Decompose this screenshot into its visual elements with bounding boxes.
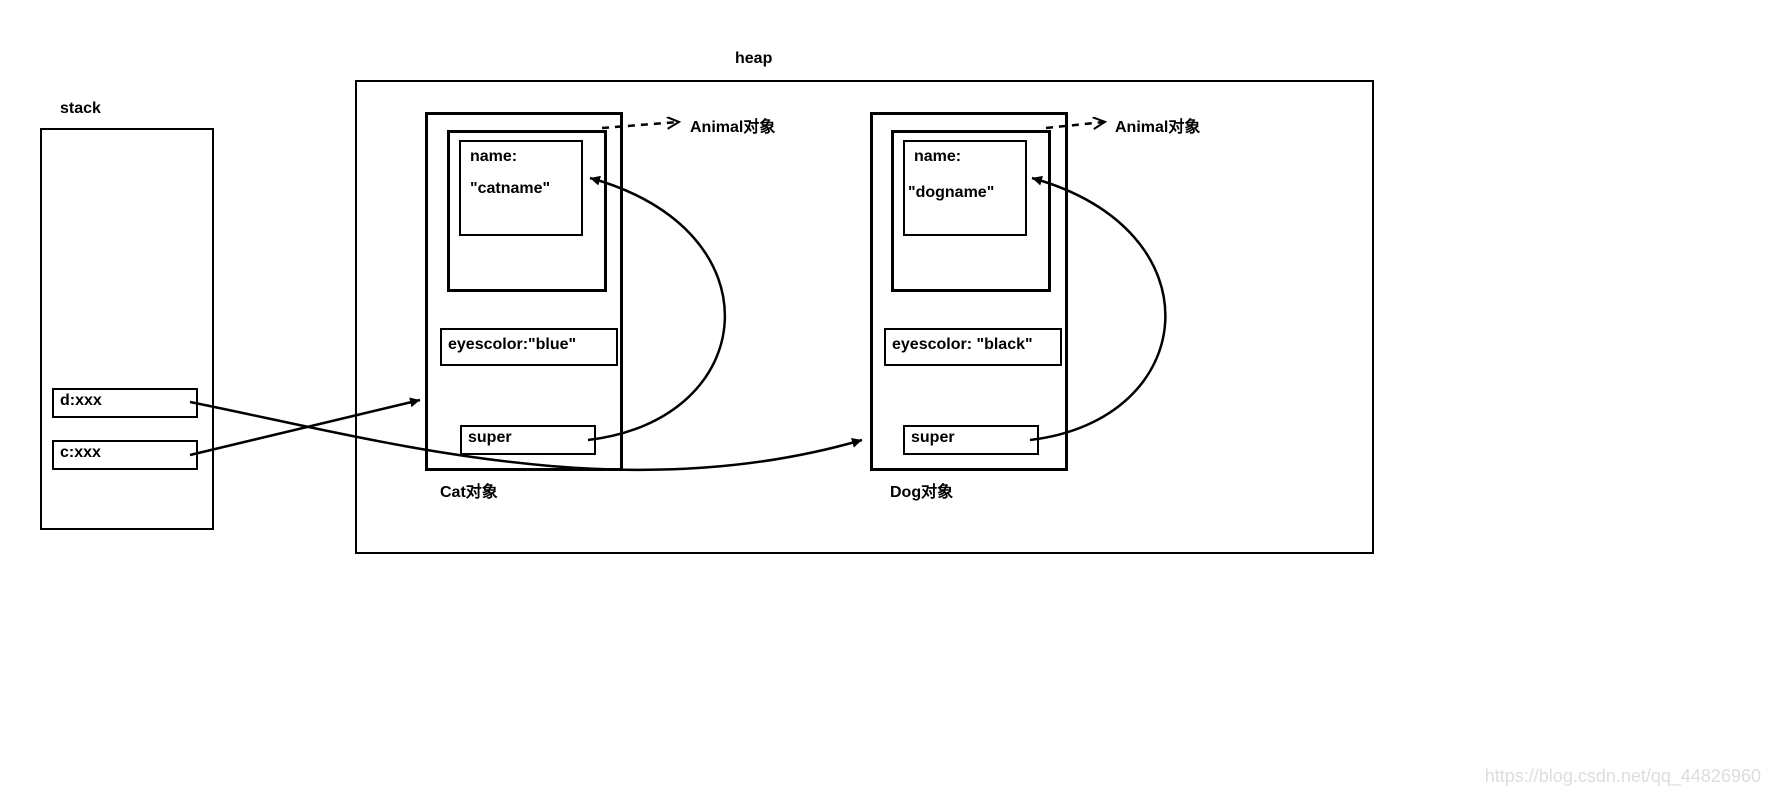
stack-item-d-label: d:xxx (60, 392, 102, 409)
cat-name-value: "catname" (470, 180, 550, 198)
stack-item-d: d:xxx (52, 388, 198, 418)
dog-eyescolor-label: eyescolor: (892, 336, 972, 353)
cat-super-text: super (468, 429, 512, 446)
stack-item-c: c:xxx (52, 440, 198, 470)
heap-title: heap (735, 50, 772, 68)
cat-animal-label: Animal对象 (690, 113, 775, 137)
cat-object-label: Cat对象 (440, 478, 498, 502)
dog-name-field: name: (914, 148, 961, 166)
dog-super-box: super (903, 425, 1039, 455)
cat-super-box: super (460, 425, 596, 455)
dog-name-value: "dogname" (908, 184, 994, 202)
cat-eyescolor-box: eyescolor:"blue" (440, 328, 618, 366)
dog-eyescolor-value: "black" (977, 336, 1033, 353)
stack-item-c-label: c:xxx (60, 444, 101, 461)
dog-object-label: Dog对象 (890, 478, 953, 502)
dog-super-text: super (911, 429, 955, 446)
stack-title: stack (60, 100, 101, 118)
dog-eyescolor-box: eyescolor: "black" (884, 328, 1062, 366)
watermark: https://blog.csdn.net/qq_44826960 (1485, 766, 1761, 787)
cat-name-field: name: (470, 148, 517, 166)
dog-animal-label: Animal对象 (1115, 113, 1200, 137)
cat-eyescolor-text: eyescolor:"blue" (448, 336, 576, 353)
diagram-canvas: stack d:xxx c:xxx heap name: "catname" e… (0, 0, 1781, 797)
